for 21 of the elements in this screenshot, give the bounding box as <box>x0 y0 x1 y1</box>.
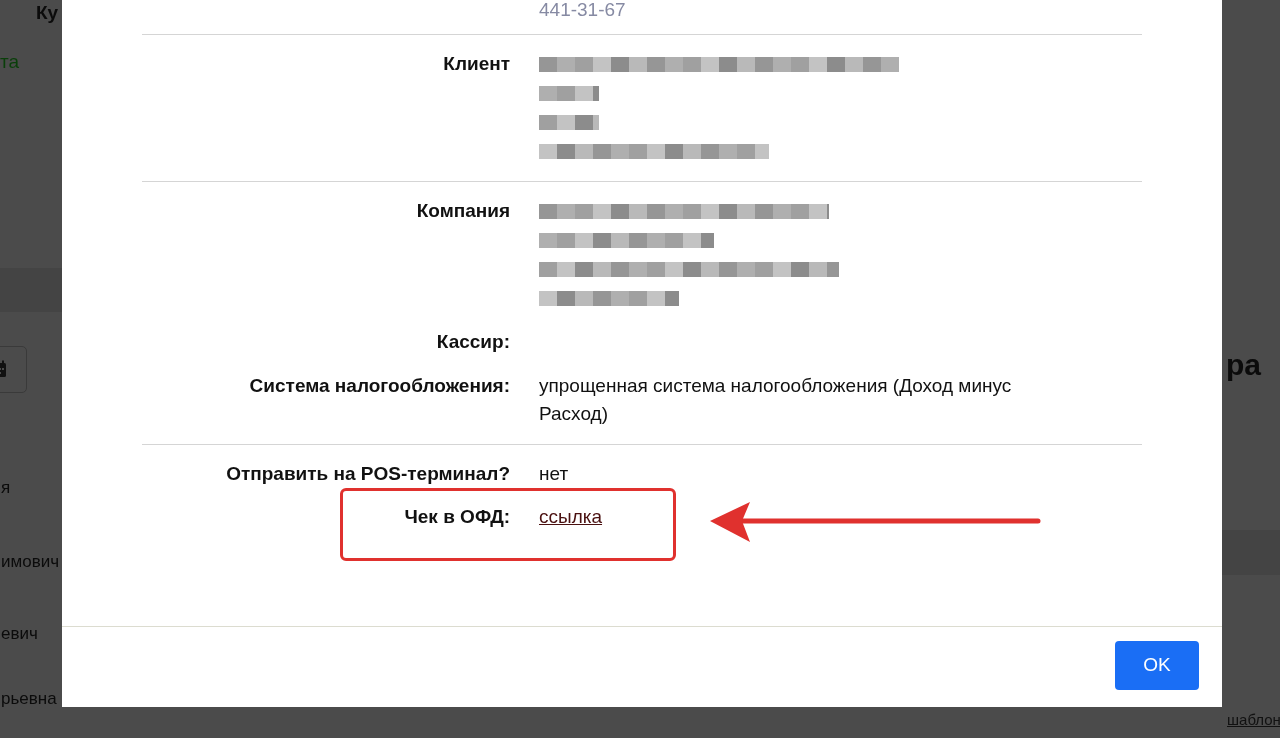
field-value: нет <box>539 462 569 484</box>
name-text: евич <box>1 625 38 642</box>
field-label: Система налогообложения: <box>248 373 510 398</box>
status-text: та <box>0 52 20 71</box>
field-label: Компания <box>415 199 510 223</box>
field-label: Отправить на POS-терминал? <box>225 461 510 486</box>
name-text: имович <box>1 553 60 570</box>
page-heading: ра <box>1226 350 1261 380</box>
arrow-icon <box>708 501 1042 545</box>
section-band <box>1222 530 1280 575</box>
section-band <box>0 268 62 312</box>
field-label: Клиент <box>442 52 510 76</box>
column-header: Ку <box>36 3 59 22</box>
name-text: рьевна <box>1 690 57 707</box>
receipt-link[interactable]: ссылка <box>539 506 603 527</box>
field-value: упрощенная система налогообложения (Доход минус Расход) <box>539 374 1012 424</box>
ok-button[interactable]: OK <box>1115 641 1199 690</box>
field-label: Кассир: <box>435 330 510 354</box>
name-text: я <box>1 479 11 496</box>
field-label: Чек в ОФД: <box>403 505 510 529</box>
phone-number: 441-31-67 <box>539 0 626 20</box>
